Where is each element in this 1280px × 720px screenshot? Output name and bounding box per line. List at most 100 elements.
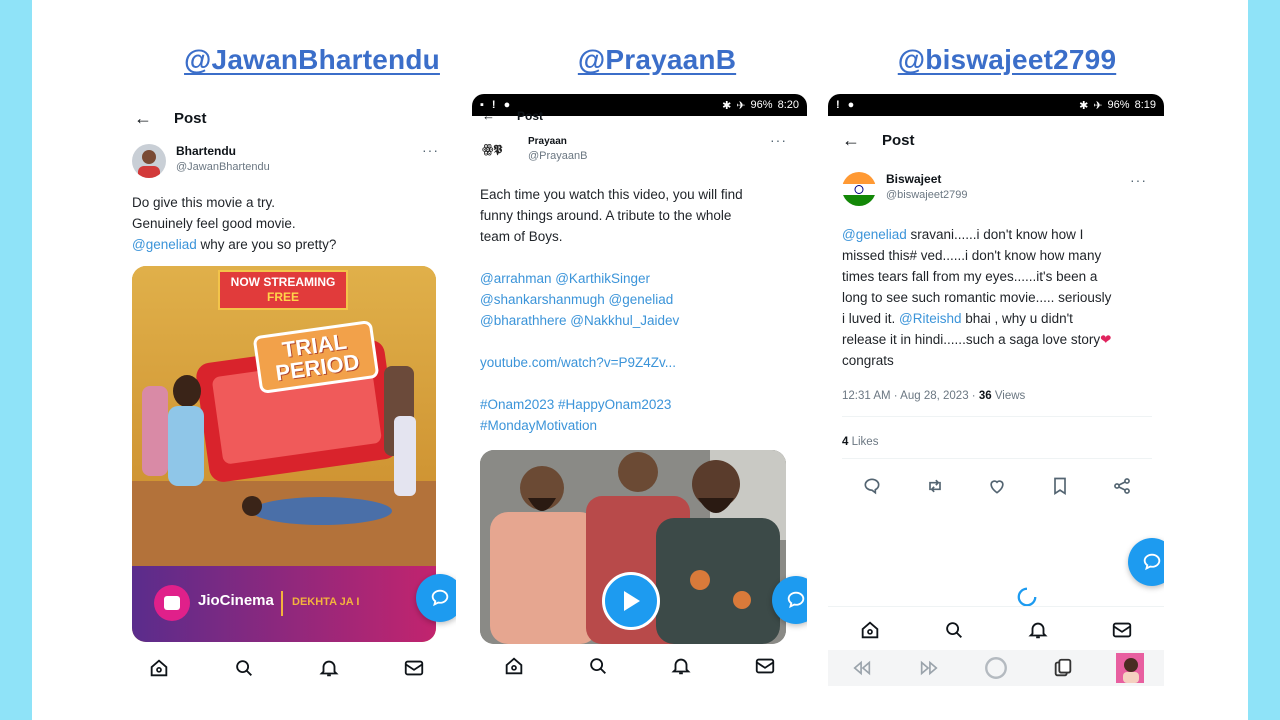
mention-link[interactable]: @geneliad xyxy=(842,227,907,242)
handle-title-3: @biswajeet2799 xyxy=(897,44,1117,75)
play-icon xyxy=(624,591,640,611)
tweet-text: @geneliad sravani......i don't know how … xyxy=(842,224,1154,371)
search-icon[interactable] xyxy=(584,652,612,680)
fast-forward-icon[interactable] xyxy=(915,654,943,682)
bookmark-icon[interactable] xyxy=(1050,476,1070,501)
back-arrow-icon[interactable]: ← xyxy=(842,130,860,151)
likes-summary[interactable]: 4 Likes xyxy=(842,436,878,448)
more-options-icon[interactable]: ··· xyxy=(1130,172,1147,188)
mention-links[interactable]: @shankarshanmugh @geneliad xyxy=(480,289,798,310)
author-name[interactable]: Prayaan xyxy=(528,136,587,147)
author-username[interactable]: @biswajeet2799 xyxy=(886,189,968,201)
author-name[interactable]: Bhartendu xyxy=(176,144,270,158)
bottom-navigation xyxy=(828,612,1164,648)
more-options-icon[interactable]: ··· xyxy=(770,132,787,148)
profile-avatar[interactable] xyxy=(1116,653,1145,683)
tweet-line-rest: why are you so pretty? xyxy=(196,237,337,252)
tweet-line: funny things around. A tribute to the wh… xyxy=(480,208,732,223)
tweet-author: ꙮ𝕻 Prayaan @PrayaanB xyxy=(480,136,587,162)
compose-reply-fab[interactable] xyxy=(1128,538,1164,586)
mention-links[interactable]: @bharathhere @Nakkhul_Jaidev xyxy=(480,310,798,331)
rewind-icon[interactable] xyxy=(848,654,876,682)
tweet-line: team of Boys. xyxy=(480,229,563,244)
reply-icon[interactable] xyxy=(862,476,882,501)
loading-spinner-icon xyxy=(1016,586,1038,613)
chat-bubble-icon xyxy=(431,589,449,607)
battery-percent: 96% xyxy=(1107,99,1130,111)
avatar[interactable]: ꙮ𝕻 xyxy=(480,136,518,160)
mail-icon[interactable] xyxy=(751,652,779,680)
retweet-icon[interactable] xyxy=(925,476,945,501)
mention-link[interactable]: @Riteishd xyxy=(899,311,961,326)
compose-reply-fab[interactable] xyxy=(416,574,456,622)
author-username[interactable]: @JawanBhartendu xyxy=(176,161,270,173)
post-header: ← Post xyxy=(842,130,915,151)
handle-title-2: @PrayaanB xyxy=(577,44,737,75)
bell-icon[interactable] xyxy=(667,652,695,680)
divider xyxy=(828,606,1164,607)
youtube-link[interactable]: youtube.com/watch?v=P9Z4Zv... xyxy=(480,352,798,373)
status-bar: ! ● ✱ ✈ 96% 8:19 xyxy=(828,94,1164,116)
post-header-title: Post xyxy=(517,108,544,123)
tweet-line: @geneliad sravani......i don't know how … xyxy=(842,224,1154,245)
window-switch-icon[interactable] xyxy=(1049,654,1077,682)
avatar[interactable] xyxy=(842,172,876,206)
bluetooth-icon: ✱ xyxy=(1079,99,1089,112)
search-icon[interactable] xyxy=(940,616,968,644)
avatar[interactable] xyxy=(132,144,166,178)
chat-bubble-icon xyxy=(787,591,805,609)
mail-icon[interactable] xyxy=(400,654,428,682)
movie-poster-image[interactable]: NOW STREAMING FREE TRIAL PERIOD JioCinem… xyxy=(132,266,436,642)
mention-link[interactable]: @geneliad xyxy=(132,237,197,252)
post-header-title: Post xyxy=(882,132,915,149)
tweet-line: @geneliad why are you so pretty? xyxy=(132,234,442,255)
home-icon[interactable] xyxy=(145,654,173,682)
tweet-line: Genuinely feel good movie. xyxy=(132,216,296,231)
bell-icon[interactable] xyxy=(315,654,343,682)
divider xyxy=(842,458,1152,459)
bluetooth-icon: ✱ xyxy=(722,99,732,112)
tweet-line: i luved it. @Riteishd bhai , why u didn'… xyxy=(842,308,1154,329)
tweet-line: long to see such romantic movie..... ser… xyxy=(842,290,1112,305)
banner-line: NOW STREAMING xyxy=(230,275,336,289)
loading-circle-icon xyxy=(982,654,1010,682)
hashtag-links[interactable]: #Onam2023 #HappyOnam2023 xyxy=(480,394,798,415)
tweet-author: Biswajeet @biswajeet2799 xyxy=(842,172,968,206)
search-icon[interactable] xyxy=(230,654,258,682)
timestamp-text[interactable]: 12:31 AM · Aug 28, 2023 · xyxy=(842,390,979,402)
status-right: ✱ ✈ 96% 8:19 xyxy=(1079,99,1156,112)
tweet-text: Do give this movie a try. Genuinely feel… xyxy=(132,192,442,255)
home-icon[interactable] xyxy=(500,652,528,680)
video-thumbnail[interactable] xyxy=(480,450,786,644)
play-button[interactable] xyxy=(602,572,660,630)
post-header: ← Post xyxy=(134,108,207,129)
hashtag-links[interactable]: #MondayMotivation xyxy=(480,415,798,436)
tweet-line: Each time you watch this video, you will… xyxy=(480,187,743,202)
airplane-icon: ✈ xyxy=(1093,99,1103,112)
author-username[interactable]: @PrayaanB xyxy=(528,150,587,162)
more-options-icon[interactable]: ··· xyxy=(422,142,439,158)
author-name[interactable]: Biswajeet xyxy=(886,172,968,186)
views-label: Views xyxy=(991,390,1026,402)
chat-bubble-icon xyxy=(1143,553,1161,571)
now-streaming-banner: NOW STREAMING FREE xyxy=(218,270,348,310)
poster-tagline: DEKHTA JA I xyxy=(292,596,360,608)
back-arrow-icon[interactable]: ← xyxy=(134,108,152,129)
status-time: 8:19 xyxy=(1134,99,1156,111)
share-icon[interactable] xyxy=(1112,476,1132,501)
bell-icon[interactable] xyxy=(1024,616,1052,644)
back-arrow-icon[interactable]: ← xyxy=(482,108,495,123)
home-icon[interactable] xyxy=(856,616,884,644)
mention-links[interactable]: @arrahman @KarthikSinger xyxy=(480,268,798,289)
tweet-author: Bhartendu @JawanBhartendu xyxy=(132,144,270,178)
poster-artwork xyxy=(132,266,436,642)
svg-text:ꙮ𝕻: ꙮ𝕻 xyxy=(482,142,503,156)
mail-icon[interactable] xyxy=(1108,616,1136,644)
tweet-line: times tears fall from my eyes......it's … xyxy=(842,269,1098,284)
heart-emoji-icon: ❤ xyxy=(1100,332,1112,347)
bottom-navigation xyxy=(116,650,456,686)
like-icon[interactable] xyxy=(987,476,1007,501)
